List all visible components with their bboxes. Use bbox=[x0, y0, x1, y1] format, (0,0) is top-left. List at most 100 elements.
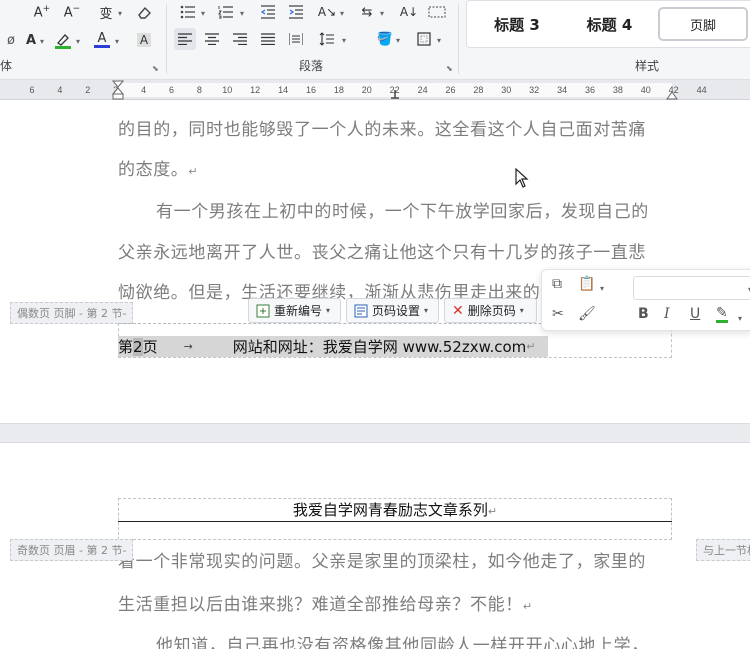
decrease-indent-button[interactable] bbox=[258, 1, 278, 23]
right-indent-marker-icon[interactable] bbox=[666, 88, 678, 100]
bullet-list-icon bbox=[180, 5, 195, 19]
style-heading-3[interactable]: 标题 3 bbox=[477, 7, 557, 41]
delete-page-number-button[interactable]: ✕ 删除页码 ▾ bbox=[444, 298, 537, 323]
copy-icon[interactable]: ⧉ bbox=[552, 276, 562, 292]
border-icon bbox=[417, 32, 431, 46]
horizontal-ruler[interactable]: 6422468101214161820222426283032343638404… bbox=[0, 80, 750, 100]
grow-font-button[interactable]: A+ bbox=[30, 1, 54, 23]
ruler-tick-label: 8 bbox=[196, 85, 202, 95]
chevron-down-icon[interactable]: ▾ bbox=[738, 314, 742, 323]
ruler-tick-label: 18 bbox=[333, 85, 344, 95]
font-dialog-launcher-icon[interactable]: ⬊ bbox=[152, 64, 159, 73]
numbering-button[interactable] bbox=[216, 1, 236, 23]
ruler-tick-label: 32 bbox=[529, 85, 540, 95]
chevron-down-icon[interactable]: ▾ bbox=[240, 9, 244, 18]
chevron-down-icon[interactable]: ▾ bbox=[380, 9, 384, 18]
paste-icon[interactable]: 📋 bbox=[578, 276, 595, 292]
chevron-down-icon[interactable]: ▾ bbox=[118, 9, 122, 18]
chevron-down-icon[interactable]: ▾ bbox=[396, 36, 400, 45]
body-paragraph-line[interactable]: 的态度。↵ bbox=[118, 155, 678, 180]
phonetic-guide-button[interactable]: 变 bbox=[92, 1, 120, 23]
bullets-button[interactable] bbox=[178, 1, 198, 23]
chevron-down-icon[interactable]: ▾ bbox=[115, 37, 119, 46]
body-paragraph-line[interactable]: 有一个男孩在上初中的时候，一个下午放学回家后，发现自己的 bbox=[156, 197, 716, 222]
distribute-icon bbox=[289, 33, 303, 45]
renumber-button[interactable]: 重新编号 ▾ bbox=[248, 298, 341, 323]
delete-label: 删除页码 bbox=[467, 304, 516, 318]
highlighter-icon[interactable]: ✎ bbox=[716, 306, 728, 323]
style-footer[interactable]: 页脚 bbox=[658, 7, 748, 41]
indent-icon bbox=[289, 5, 303, 19]
body-paragraph-line[interactable]: 的目的，同时也能够毁了一个人的未来。这全看这个人自己面对苦痛 bbox=[118, 115, 678, 140]
paragraph-mark-icon: ↵ bbox=[487, 505, 498, 518]
text-effect-button[interactable]: ø bbox=[4, 29, 18, 51]
line-break-button[interactable]: ⇆ bbox=[356, 1, 378, 23]
underline-icon[interactable]: U bbox=[690, 306, 700, 322]
ruler-tick-label: 6 bbox=[29, 85, 35, 95]
show-marks-button[interactable] bbox=[426, 1, 448, 23]
ruler-tick-label: 44 bbox=[696, 85, 707, 95]
align-left-button[interactable] bbox=[174, 28, 196, 50]
group-separator bbox=[458, 4, 459, 74]
shrink-font-button[interactable]: A− bbox=[60, 1, 84, 23]
clear-format-button[interactable] bbox=[132, 1, 156, 23]
text-direction-button[interactable]: A↘ bbox=[316, 1, 338, 23]
highlight-button[interactable] bbox=[52, 29, 74, 51]
link-to-previous-tag[interactable]: 与上一节相 bbox=[696, 539, 750, 561]
paragraph-mark-icon: ↵ bbox=[526, 340, 536, 353]
cut-icon[interactable]: ✂ bbox=[552, 306, 564, 322]
header-text[interactable]: 我爱自学网青春励志文章系列↵ bbox=[118, 499, 672, 521]
align-center-button[interactable] bbox=[202, 28, 222, 50]
page-number-setup-button[interactable]: 页码设置 ▾ bbox=[346, 298, 439, 323]
style-heading-4[interactable]: 标题 4 bbox=[567, 7, 652, 41]
grow-font-icon: A+ bbox=[33, 3, 51, 21]
paragraph-dialog-launcher-icon[interactable]: ⬊ bbox=[446, 64, 453, 73]
ruler-tick-label: 4 bbox=[141, 85, 147, 95]
body-paragraph-line[interactable]: 他知道，自己再也没有资格像其他同龄人一样开开心心地上学， bbox=[156, 631, 716, 649]
align-right-icon bbox=[233, 33, 247, 45]
tab-stop-icon[interactable] bbox=[390, 90, 400, 100]
styles-gallery: 标题 3 标题 4 页脚 bbox=[466, 0, 750, 48]
page-gap bbox=[0, 423, 750, 443]
chevron-down-icon[interactable]: ▾ bbox=[342, 36, 346, 45]
paragraph-marks-icon bbox=[428, 6, 446, 18]
paint-bucket-icon: 🪣 bbox=[376, 31, 394, 47]
font-outline-button[interactable]: A bbox=[20, 29, 42, 51]
line-spacing-button[interactable] bbox=[316, 28, 338, 50]
body-paragraph-line[interactable]: 父亲永远地离开了人世。丧父之痛让他这个只有十几岁的孩子一直悲 bbox=[118, 238, 678, 263]
chevron-down-icon[interactable]: ▾ bbox=[600, 284, 604, 293]
eraser-icon bbox=[138, 6, 151, 19]
chevron-down-icon[interactable]: ▾ bbox=[76, 37, 80, 46]
renumber-icon bbox=[256, 304, 270, 317]
borders-button[interactable] bbox=[414, 28, 434, 50]
body-paragraph-line[interactable]: 生活重担以后由谁来挑？难道全部推给母亲？不能！↵ bbox=[118, 590, 678, 615]
line-spacing-icon bbox=[319, 32, 334, 46]
char-shading-button[interactable]: A bbox=[134, 29, 154, 51]
chevron-down-icon[interactable]: ▾ bbox=[437, 36, 441, 45]
font-color-button[interactable]: A bbox=[92, 29, 112, 51]
text-direction-icon: A↘ bbox=[317, 5, 337, 19]
highlight-color-bar bbox=[55, 45, 71, 49]
chevron-down-icon[interactable]: ▾ bbox=[201, 9, 205, 18]
body-paragraph-line[interactable]: 着一个非常现实的问题。父亲是家里的顶梁柱，如今他走了，家里的 bbox=[118, 547, 678, 572]
distribute-button[interactable] bbox=[286, 28, 306, 50]
ruler-tick-label: 40 bbox=[640, 85, 651, 95]
ruler-tick-label: 2 bbox=[85, 85, 91, 95]
indent-marker-icon[interactable] bbox=[112, 80, 124, 100]
chevron-down-icon[interactable]: ▾ bbox=[340, 9, 344, 18]
italic-icon[interactable]: I bbox=[664, 306, 670, 322]
ruler-tick-label: 6 bbox=[168, 85, 175, 95]
sort-button[interactable]: A↓ bbox=[398, 1, 420, 23]
increase-indent-button[interactable] bbox=[286, 1, 306, 23]
page-number-field[interactable]: 2 bbox=[133, 337, 143, 356]
footer-text[interactable]: 第 2页 → 网站和网址：我爱自学网 www.52zxw.com ↵ bbox=[118, 336, 548, 357]
shading-button[interactable]: 🪣 bbox=[374, 28, 396, 50]
align-right-button[interactable] bbox=[230, 28, 250, 50]
bold-icon[interactable]: B bbox=[638, 306, 649, 322]
chevron-down-icon[interactable]: ▾ bbox=[40, 37, 44, 46]
page-label-prefix: 第 bbox=[118, 338, 134, 356]
justify-button[interactable] bbox=[258, 28, 278, 50]
header-title: 我爱自学网青春励志文章系列 bbox=[292, 501, 488, 519]
font-name-field[interactable]: ▾ bbox=[633, 276, 750, 300]
format-painter-icon[interactable]: 🖌 bbox=[578, 306, 596, 322]
